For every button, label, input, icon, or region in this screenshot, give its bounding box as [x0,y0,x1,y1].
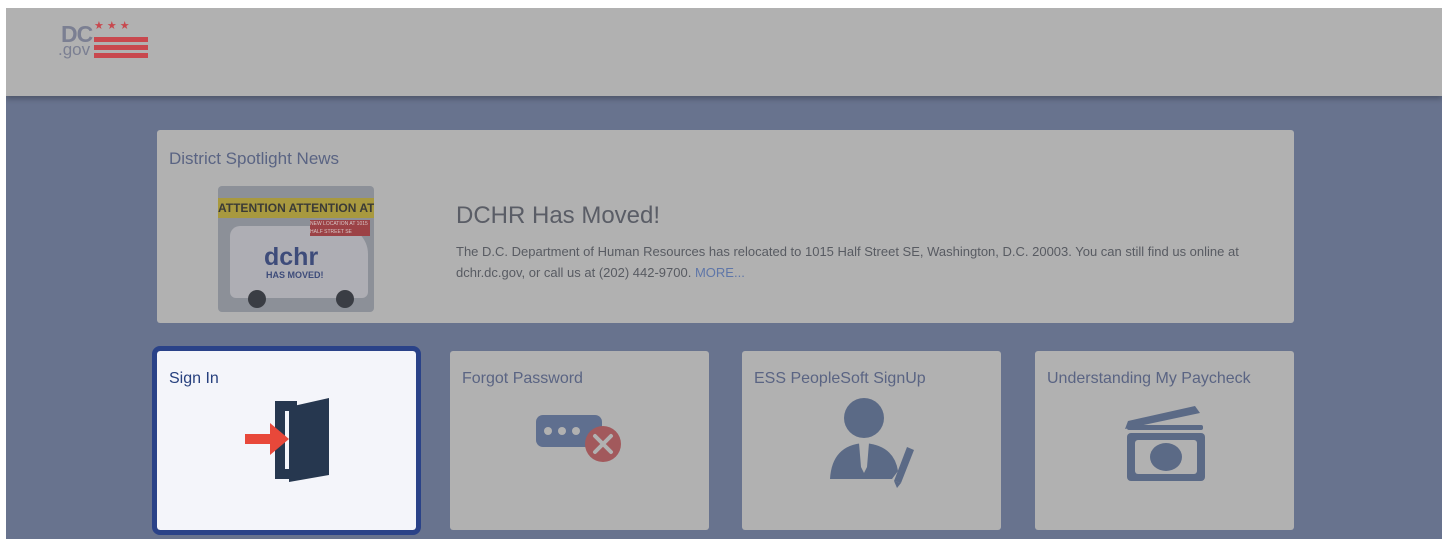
news-title: DCHR Has Moved! [456,202,661,229]
van-has-moved-text: HAS MOVED! [266,270,324,280]
logo-stripe [94,45,148,50]
sign-in-tile[interactable]: Sign In [152,346,421,535]
news-body-text: The D.C. Department of Human Resources h… [456,244,1239,280]
news-image[interactable]: ATTENTION ATTENTION ATTENTION NEW LOCATI… [218,186,374,312]
van-dchr-text: dchr [264,243,319,271]
new-location-ribbon: NEW LOCATION AT 1015 HALF STREET SE [310,220,370,236]
van-wheel [336,290,354,308]
paycheck-tile[interactable]: Understanding My Paycheck [1035,351,1294,530]
forgot-password-tile[interactable]: Forgot Password [450,351,709,530]
site-header: DC .gov ★★★ [6,8,1442,96]
spotlight-news-panel: District Spotlight News ATTENTION ATTENT… [157,130,1294,323]
user-signup-icon [830,398,914,488]
spotlight-heading: District Spotlight News [169,149,340,168]
logo-stripe [94,53,148,58]
attention-tape: ATTENTION ATTENTION ATTENTION [218,198,374,218]
more-link[interactable]: MORE... [695,265,745,280]
logo-gov-text: .gov [58,40,91,59]
page-frame: DC .gov ★★★ District Spotlight News ATTE… [6,8,1442,539]
paycheck-money-icon [1125,406,1205,481]
dc-gov-logo[interactable]: DC .gov ★★★ [58,20,152,62]
ess-signup-tile[interactable]: ESS PeopleSoft SignUp [742,351,1001,530]
van-wheel [248,290,266,308]
news-body: The D.C. Department of Human Resources h… [456,241,1286,283]
password-error-icon [536,415,621,462]
logo-stars: ★★★ [94,20,133,32]
logo-stripe [94,37,148,42]
sign-in-door-icon [245,398,329,482]
